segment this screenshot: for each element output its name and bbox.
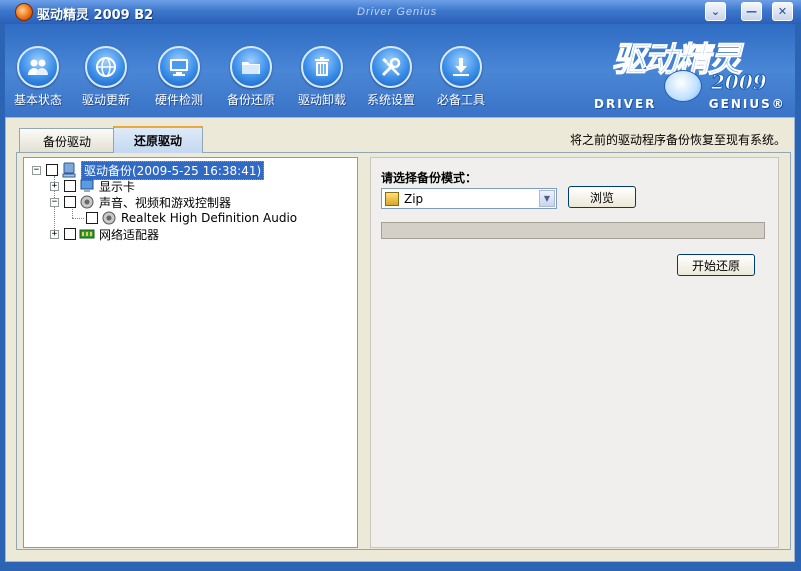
- tree-root-node[interactable]: − 驱动备份(2009-5-25 16:38:41): [32, 160, 265, 180]
- network-adapter-icon: [79, 226, 95, 242]
- users-icon: [17, 46, 59, 88]
- logo-en-left: DRIVER: [594, 97, 657, 111]
- toolbar-driver-uninstall[interactable]: 驱动卸载: [287, 46, 357, 108]
- restore-progress-bar: [381, 222, 765, 239]
- computer-icon: [61, 162, 77, 178]
- expand-icon[interactable]: +: [50, 229, 59, 239]
- tree-node-label: 网络适配器: [99, 227, 160, 242]
- start-restore-button[interactable]: 开始还原: [677, 254, 755, 276]
- tab-content: − 驱动备份(2009-5-25 16:38:41) + 显示卡 − 声音、视频…: [16, 152, 791, 550]
- trash-icon: [301, 46, 343, 88]
- checkbox[interactable]: [64, 196, 76, 208]
- brand-logo: 驱动精灵 2009 DRIVER GENIUS®: [594, 30, 794, 114]
- minimize-button[interactable]: ⌄: [705, 2, 726, 21]
- backup-mode-value: Zip: [404, 191, 424, 206]
- tree-node-sound[interactable]: − 声音、视频和游戏控制器: [50, 194, 231, 210]
- download-icon: [440, 46, 482, 88]
- toolbar-label: 备份还原: [226, 93, 275, 107]
- sound-icon: [101, 210, 117, 226]
- driver-tree[interactable]: − 驱动备份(2009-5-25 16:38:41) + 显示卡 − 声音、视频…: [23, 157, 358, 548]
- title-bar[interactable]: 驱动精灵 2009 B2 Driver Genius ⌄ — ✕: [0, 0, 801, 24]
- brand-title: Driver Genius: [357, 6, 438, 18]
- toolbar-label: 驱动卸载: [297, 93, 346, 107]
- checkbox[interactable]: [64, 180, 76, 192]
- backup-mode-label: 请选择备份模式：: [381, 171, 478, 185]
- toolbar-label: 驱动更新: [81, 93, 130, 107]
- toolbar-hardware-check[interactable]: 硬件检测: [144, 46, 214, 108]
- tools-icon: [370, 46, 412, 88]
- toolbar-system-settings[interactable]: 系统设置: [356, 46, 426, 108]
- window-frame-bottom: [0, 562, 801, 571]
- tree-node-display[interactable]: + 显示卡: [50, 178, 135, 194]
- toolbar-label: 基本状态: [13, 93, 62, 107]
- tree-node-label: 显示卡: [99, 179, 136, 194]
- chevron-down-icon[interactable]: ▼: [539, 190, 555, 207]
- close-button[interactable]: ✕: [772, 2, 793, 21]
- restore-options-panel: 请选择备份模式： Zip ▼ 浏览 开始还原: [370, 157, 779, 548]
- checkbox[interactable]: [46, 164, 58, 176]
- main-panel: 备份驱动 还原驱动 将之前的驱动程序备份恢复至现有系统。 − 驱动备份(2009…: [5, 117, 795, 562]
- tree-node-label: 声音、视频和游戏控制器: [99, 195, 232, 210]
- toolbar-backup-restore[interactable]: 备份还原: [216, 46, 286, 108]
- toolbar-driver-update[interactable]: 驱动更新: [71, 46, 141, 108]
- toolbar-label: 硬件检测: [154, 93, 203, 107]
- display-adapter-icon: [79, 178, 95, 194]
- maximize-button[interactable]: —: [741, 2, 762, 21]
- toolbar-basic-status[interactable]: 基本状态: [3, 46, 73, 108]
- tab-restore-driver[interactable]: 还原驱动: [113, 126, 203, 153]
- globe-icon: [85, 46, 127, 88]
- toolbar-label: 系统设置: [366, 93, 415, 107]
- toolbar: 基本状态 驱动更新 硬件检测 备份还原 驱动卸载 系统设置 必备工具 驱动精灵 …: [0, 24, 801, 117]
- collapse-icon[interactable]: −: [50, 197, 59, 207]
- collapse-icon[interactable]: −: [32, 165, 41, 175]
- window-frame-left: [0, 24, 5, 571]
- monitor-icon: [158, 46, 200, 88]
- folder-icon: [230, 46, 272, 88]
- tree-node-realtek[interactable]: Realtek High Definition Audio: [86, 210, 297, 226]
- logo-en-right: GENIUS®: [708, 97, 786, 111]
- window-frame-right: [795, 24, 801, 571]
- checkbox[interactable]: [64, 228, 76, 240]
- logo-english-text: DRIVER GENIUS®: [594, 97, 786, 111]
- tab-backup-driver[interactable]: 备份驱动: [19, 128, 115, 153]
- toolbar-label: 必备工具: [436, 93, 485, 107]
- sound-icon: [79, 194, 95, 210]
- checkbox[interactable]: [86, 212, 98, 224]
- expand-icon[interactable]: +: [50, 181, 59, 191]
- logo-year: 2009: [711, 70, 768, 95]
- tree-node-label: Realtek High Definition Audio: [121, 211, 298, 225]
- browse-button[interactable]: 浏览: [568, 186, 636, 208]
- tree-node-network[interactable]: + 网络适配器: [50, 226, 159, 242]
- zip-icon: [385, 191, 399, 206]
- hint-text: 将之前的驱动程序备份恢复至现有系统。: [569, 133, 786, 147]
- backup-mode-select[interactable]: Zip ▼: [381, 188, 557, 209]
- window-title: 驱动精灵 2009 B2: [37, 8, 154, 23]
- app-icon: [15, 3, 33, 21]
- toolbar-essential-tools[interactable]: 必备工具: [426, 46, 496, 108]
